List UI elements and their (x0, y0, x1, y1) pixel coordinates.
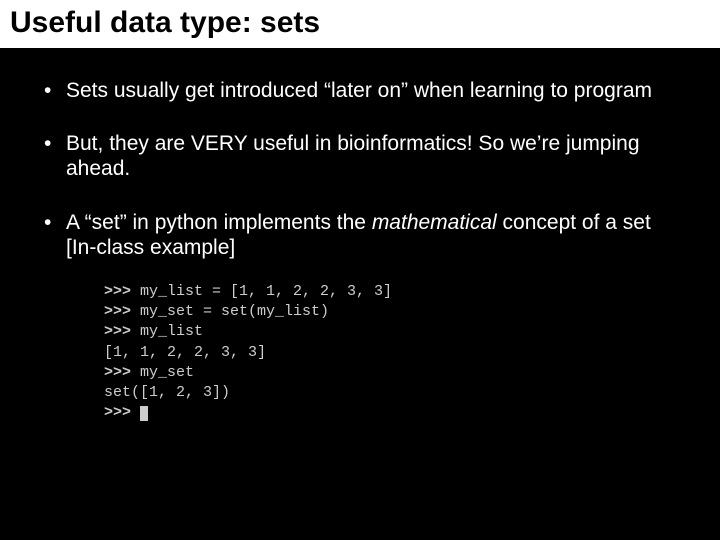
slide-content: Sets usually get introduced “later on” w… (0, 48, 720, 434)
code-output: set([1, 2, 3]) (104, 383, 680, 403)
bullet-item: Sets usually get introduced “later on” w… (40, 78, 680, 103)
repl-prompt: >>> (104, 404, 140, 421)
bullet-list: Sets usually get introduced “later on” w… (40, 78, 680, 260)
bullet-text-italic: mathematical (372, 211, 497, 234)
code-text: my_list (140, 323, 203, 340)
repl-prompt: >>> (104, 303, 140, 320)
code-line: >>> my_set (104, 363, 680, 383)
code-text: my_set (140, 364, 194, 381)
code-output: [1, 1, 2, 2, 3, 3] (104, 343, 680, 363)
repl-prompt: >>> (104, 283, 140, 300)
repl-prompt: >>> (104, 323, 140, 340)
code-line: >>> my_list (104, 322, 680, 342)
bullet-text: A “set” in python implements the (66, 211, 372, 234)
code-text: my_set = set(my_list) (140, 303, 329, 320)
code-line: >>> my_list = [1, 1, 2, 2, 3, 3] (104, 282, 680, 302)
code-line: >>> (104, 403, 680, 423)
bullet-item: But, they are VERY useful in bioinformat… (40, 131, 680, 181)
code-line: >>> my_set = set(my_list) (104, 302, 680, 322)
title-bar: Useful data type: sets (0, 0, 720, 48)
bullet-item: A “set” in python implements the mathema… (40, 210, 680, 260)
cursor-icon (140, 406, 148, 421)
repl-prompt: >>> (104, 364, 140, 381)
code-block: >>> my_list = [1, 1, 2, 2, 3, 3] >>> my_… (104, 282, 680, 424)
slide-title: Useful data type: sets (10, 6, 710, 40)
code-text: my_list = [1, 1, 2, 2, 3, 3] (140, 283, 392, 300)
